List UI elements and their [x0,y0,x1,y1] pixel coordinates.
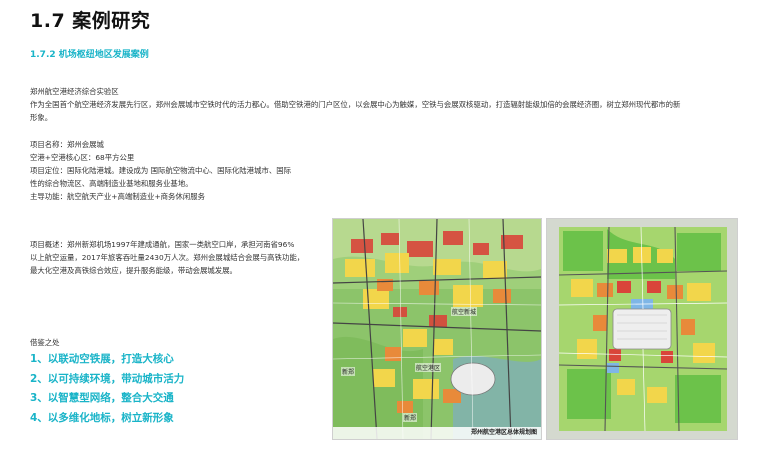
section-subtitle: 1.7.2 机场枢纽地区发展案例 [30,50,149,60]
reference-points: 1、以联动空铁展，打造大核心 2、以可持续环境，带动城市活力 3、以智慧型网络，… [30,350,184,428]
reference-point: 4、以多维化地标，树立新形象 [30,411,174,424]
regional-plan-map: 航空新城 航空港区 新郑 新郑 郑州航空港区总体规划图 [332,218,542,440]
reference-point: 1、以联动空铁展，打造大核心 [30,353,174,365]
map-caption: 郑州航空港区总体规划图 [333,427,541,439]
map-label: 航空港区 [415,363,442,372]
intro-heading: 郑州航空港经济综合实验区 [30,87,119,96]
intro-paragraph: 郑州航空港经济综合实验区 作为全国首个航空港经济发展先行区，郑州会展城市空铁时代… [30,85,742,124]
map-label: 航空新城 [451,307,478,316]
project-name: 项目名称：郑州会展城 [30,140,104,149]
project-function: 主导功能：航空航天产业+高端制造业+商务休闲服务 [30,192,205,201]
core-area-plan-map-image [547,219,737,439]
reference-title: 借鉴之处 [30,338,60,347]
project-info: 项目名称：郑州会展城 空港+空港核心区：68平方公里 项目定位：国际化陆港城。建… [30,138,326,203]
intro-line: 形象。 [30,113,53,122]
overview-line: 项目概述：郑州新郑机场1997年建成通航，国家一类航空口岸，承担河南省96% [30,240,295,249]
intro-line: 作为全国首个航空港经济发展先行区，郑州会展城市空铁时代的活力都心。借助空铁港的门… [30,100,681,109]
project-positioning-cont: 性的综合物流区、高端制造业基地和服务业基地。 [30,179,193,188]
reference-point: 2、以可持续环境，带动城市活力 [30,372,185,385]
map-label: 新郑 [341,367,356,376]
overview-line: 最大化空港及高铁综合效应，提升服务能级，带动会展城发展。 [30,266,237,275]
core-area-plan-map [546,218,738,440]
regional-plan-map-image [333,219,541,439]
page-title: 1.7 案例研究 [30,10,151,32]
project-positioning: 项目定位：国际化陆港城。建设成为 国际航空物流中心、国际化陆港城市、国际 [30,166,292,175]
project-area: 空港+空港核心区：68平方公里 [30,153,135,162]
project-overview: 项目概述：郑州新郑机场1997年建成通航，国家一类航空口岸，承担河南省96% 以… [30,238,326,277]
map-label: 新郑 [403,413,418,422]
reference-point: 3、以智慧型网络，整合大交通 [30,392,174,404]
overview-line: 以上航空运量，2017年旅客吞吐量2430万人次。郑州会展城结合会展与高铁功能， [30,253,305,262]
